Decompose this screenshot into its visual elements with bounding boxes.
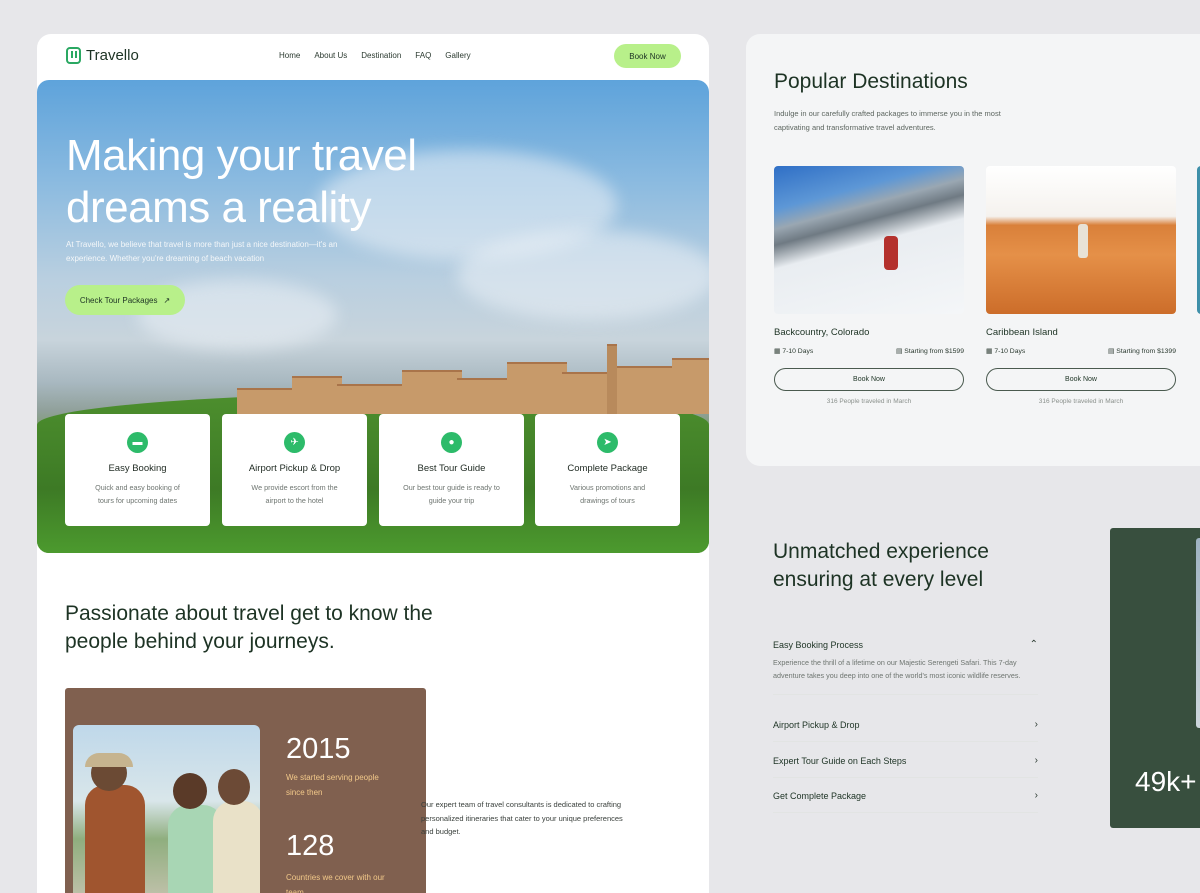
about-title: Passionate about travel get to know the … <box>65 602 433 653</box>
duration: ▦ 7-10 Days <box>986 348 1026 355</box>
nav-link-home[interactable]: Home <box>279 51 300 60</box>
stat-year: 2015 <box>286 733 351 765</box>
accordion-item-expanded[interactable]: Easy Booking Process ⌃ Experience the th… <box>773 639 1038 695</box>
logo[interactable]: Travello <box>66 47 139 64</box>
feature-desc: We provide escort from the airport to th… <box>251 483 338 505</box>
destination-image-desert <box>986 166 1176 314</box>
accordion-label: Expert Tour Guide on Each Steps <box>773 755 907 766</box>
feature-card: ● Best Tour Guide Our best tour guide is… <box>379 414 524 526</box>
destination-book-button[interactable]: Book Now <box>986 368 1176 391</box>
hill-town-image <box>237 324 709 414</box>
hero-section: Making your travel dreams a reality At T… <box>37 80 709 553</box>
nav-link-destination[interactable]: Destination <box>361 51 401 60</box>
popular-subtitle: Indulge in our carefully crafted package… <box>774 109 1001 132</box>
stat-travelers: 49k+ <box>1135 766 1197 797</box>
stat-countries: 128 <box>286 830 335 862</box>
duration: ▦ 7-10 Days <box>774 348 814 355</box>
destination-book-button[interactable]: Book Now <box>774 368 964 391</box>
traveler-count: 316 People traveled in March <box>826 398 912 405</box>
send-icon: ➤ <box>597 432 618 453</box>
nav-link-about[interactable]: About Us <box>314 51 347 60</box>
nav-link-gallery[interactable]: Gallery <box>445 51 470 60</box>
feature-title: Best Tour Guide <box>417 463 486 474</box>
ticket-icon: ▬ <box>127 432 148 453</box>
price: ▤ Starting from $1399 <box>1107 348 1176 355</box>
destination-card[interactable]: Caribbean Island ▦ 7-10 Days ▤ Starting … <box>986 166 1176 405</box>
chevron-up-icon[interactable]: ⌃ <box>1030 639 1038 650</box>
feature-card: ✈ Airport Pickup & Drop We provide escor… <box>222 414 367 526</box>
hero-subtitle: At Travello, we believe that travel is m… <box>66 240 338 263</box>
cloud <box>457 230 709 320</box>
check-tour-packages-button[interactable]: Check Tour Packages ↗ <box>65 285 185 315</box>
destination-name: Backcountry, Colorado <box>774 327 870 338</box>
accordion-label: Easy Booking Process <box>773 639 864 650</box>
accordion-item[interactable]: Airport Pickup & Drop › <box>773 719 1038 742</box>
brand-name: Travello <box>86 47 139 64</box>
accordion-body: Experience the thrill of a lifetime on o… <box>773 658 1021 680</box>
landing-page-left: Travello Home About Us Destination FAQ G… <box>37 34 709 893</box>
accordion-label: Get Complete Package <box>773 790 867 801</box>
popular-title: Popular Destinations <box>774 70 968 93</box>
chevron-right-icon[interactable]: › <box>1035 719 1038 730</box>
stats-card: 49k+ <box>1110 528 1200 828</box>
price: ▤ Starting from $1599 <box>895 348 964 355</box>
feature-desc: Various promotions and drawings of tours <box>569 483 646 505</box>
hero-title: Making your travel dreams a reality <box>66 131 417 232</box>
book-now-button[interactable]: Book Now <box>614 44 681 68</box>
feature-title: Complete Package <box>567 463 648 474</box>
feature-desc: Our best tour guide is ready to guide yo… <box>403 483 500 505</box>
about-stats-card: 2015 We started serving people since the… <box>65 688 426 893</box>
accordion-item[interactable]: Get Complete Package › <box>773 790 1038 813</box>
accordion-label: Airport Pickup & Drop <box>773 719 860 730</box>
arrow-up-right-icon: ↗ <box>163 295 171 305</box>
plane-icon: ✈ <box>284 432 305 453</box>
chevron-right-icon[interactable]: › <box>1035 790 1038 801</box>
destination-image-mountain <box>774 166 964 314</box>
cta-label: Check Tour Packages <box>79 295 158 305</box>
stat-year-label: We started serving people since then <box>286 773 379 797</box>
traveler-count: 316 People traveled in March <box>1038 398 1124 405</box>
popular-destinations-panel: Popular Destinations Indulge in our care… <box>746 34 1200 466</box>
accordion-item[interactable]: Expert Tour Guide on Each Steps › <box>773 755 1038 778</box>
feature-card: ▬ Easy Booking Quick and easy booking of… <box>65 414 210 526</box>
stat-countries-label: Countries we cover with our team <box>286 873 385 893</box>
team-description: Our expert team of travel consultants is… <box>421 800 623 836</box>
feature-title: Easy Booking <box>108 463 167 474</box>
destination-card[interactable]: Backcountry, Colorado ▦ 7-10 Days ▤ Star… <box>774 166 964 405</box>
destination-meta: ▦ 7-10 Days ▤ Starting from $1599 <box>774 347 964 355</box>
team-photo <box>73 725 260 893</box>
feature-title: Airport Pickup & Drop <box>248 463 341 474</box>
experience-title: Unmatched experience ensuring at every l… <box>773 540 989 591</box>
feature-card: ➤ Complete Package Various promotions an… <box>535 414 680 526</box>
nav-link-faq[interactable]: FAQ <box>415 51 431 60</box>
chevron-right-icon[interactable]: › <box>1035 755 1038 766</box>
logo-icon <box>66 47 81 64</box>
nav-links: Home About Us Destination FAQ Gallery <box>279 51 471 60</box>
people-icon: ● <box>441 432 462 453</box>
destination-meta: ▦ 7-10 Days ▤ Starting from $1399 <box>986 347 1176 355</box>
image-strip <box>1196 538 1200 728</box>
feature-desc: Quick and easy booking of tours for upco… <box>95 483 180 505</box>
top-nav: Travello Home About Us Destination FAQ G… <box>37 34 709 80</box>
destination-name: Caribbean Island <box>986 327 1058 338</box>
